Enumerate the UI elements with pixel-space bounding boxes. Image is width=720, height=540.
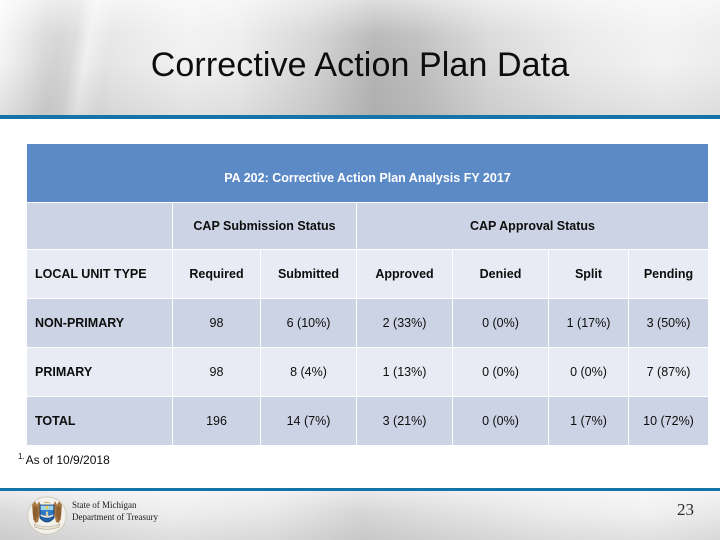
table-group-header-row: CAP Submission Status CAP Approval Statu… [26,202,709,250]
cell-denied: 0 (0%) [452,396,549,446]
michigan-state-seal-icon [27,496,67,535]
cell-submitted: 6 (10%) [260,298,357,348]
table-caption-row: PA 202: Corrective Action Plan Analysis … [26,143,709,203]
cell-row-label: TOTAL [26,396,173,446]
table-row: NON-PRIMARY 98 6 (10%) 2 (33%) 0 (0%) 1 … [26,298,709,348]
cell-pending: 10 (72%) [628,396,709,446]
cell-pending: 3 (50%) [628,298,709,348]
cell-row-label: PRIMARY [26,347,173,397]
page-number: 23 [677,500,694,519]
cell-required: 98 [172,298,261,348]
cell-pending: 7 (87%) [628,347,709,397]
table-row: TOTAL 196 14 (7%) 3 (21%) 0 (0%) 1 (7%) … [26,396,709,446]
cell-split: 1 (17%) [548,298,629,348]
footer-org-line-1: State of Michigan [72,500,137,510]
group-header-submission-status: CAP Submission Status [172,202,357,250]
footnote-text: As of 10/9/2018 [25,453,110,467]
footer-org-line-2: Department of Treasury [72,511,158,522]
cap-analysis-table: PA 202: Corrective Action Plan Analysis … [26,143,709,446]
group-header-blank [26,202,173,250]
column-header-local-unit-type: LOCAL UNIT TYPE [26,249,173,299]
column-header-split: Split [548,249,629,299]
cell-denied: 0 (0%) [452,298,549,348]
column-header-pending: Pending [628,249,709,299]
table-column-header-row: LOCAL UNIT TYPE Required Submitted Appro… [26,249,709,299]
page-title: Corrective Action Plan Data [150,46,570,84]
column-header-submitted: Submitted [260,249,357,299]
group-header-approval-status: CAP Approval Status [356,202,709,250]
footnote: 1.As of 10/9/2018 [18,452,110,467]
column-header-approved: Approved [356,249,453,299]
cell-approved: 3 (21%) [356,396,453,446]
cell-split: 0 (0%) [548,347,629,397]
footnote-marker: 1. [18,452,25,461]
slide: Corrective Action Plan Data PA 202: Corr… [0,0,720,540]
table-caption: PA 202: Corrective Action Plan Analysis … [26,143,709,203]
table-body: NON-PRIMARY 98 6 (10%) 2 (33%) 0 (0%) 1 … [26,298,709,446]
table-row: PRIMARY 98 8 (4%) 1 (13%) 0 (0%) 0 (0%) … [26,347,709,397]
cell-denied: 0 (0%) [452,347,549,397]
cell-approved: 1 (13%) [356,347,453,397]
cell-row-label: NON-PRIMARY [26,298,173,348]
cell-required: 98 [172,347,261,397]
footer-organization: State of Michigan Department of Treasury [72,500,158,523]
column-header-denied: Denied [452,249,549,299]
cell-submitted: 14 (7%) [260,396,357,446]
title-accent-rule [0,115,720,119]
cell-split: 1 (7%) [548,396,629,446]
cell-submitted: 8 (4%) [260,347,357,397]
cell-required: 196 [172,396,261,446]
column-header-required: Required [172,249,261,299]
table-head: PA 202: Corrective Action Plan Analysis … [26,143,709,299]
cell-approved: 2 (33%) [356,298,453,348]
